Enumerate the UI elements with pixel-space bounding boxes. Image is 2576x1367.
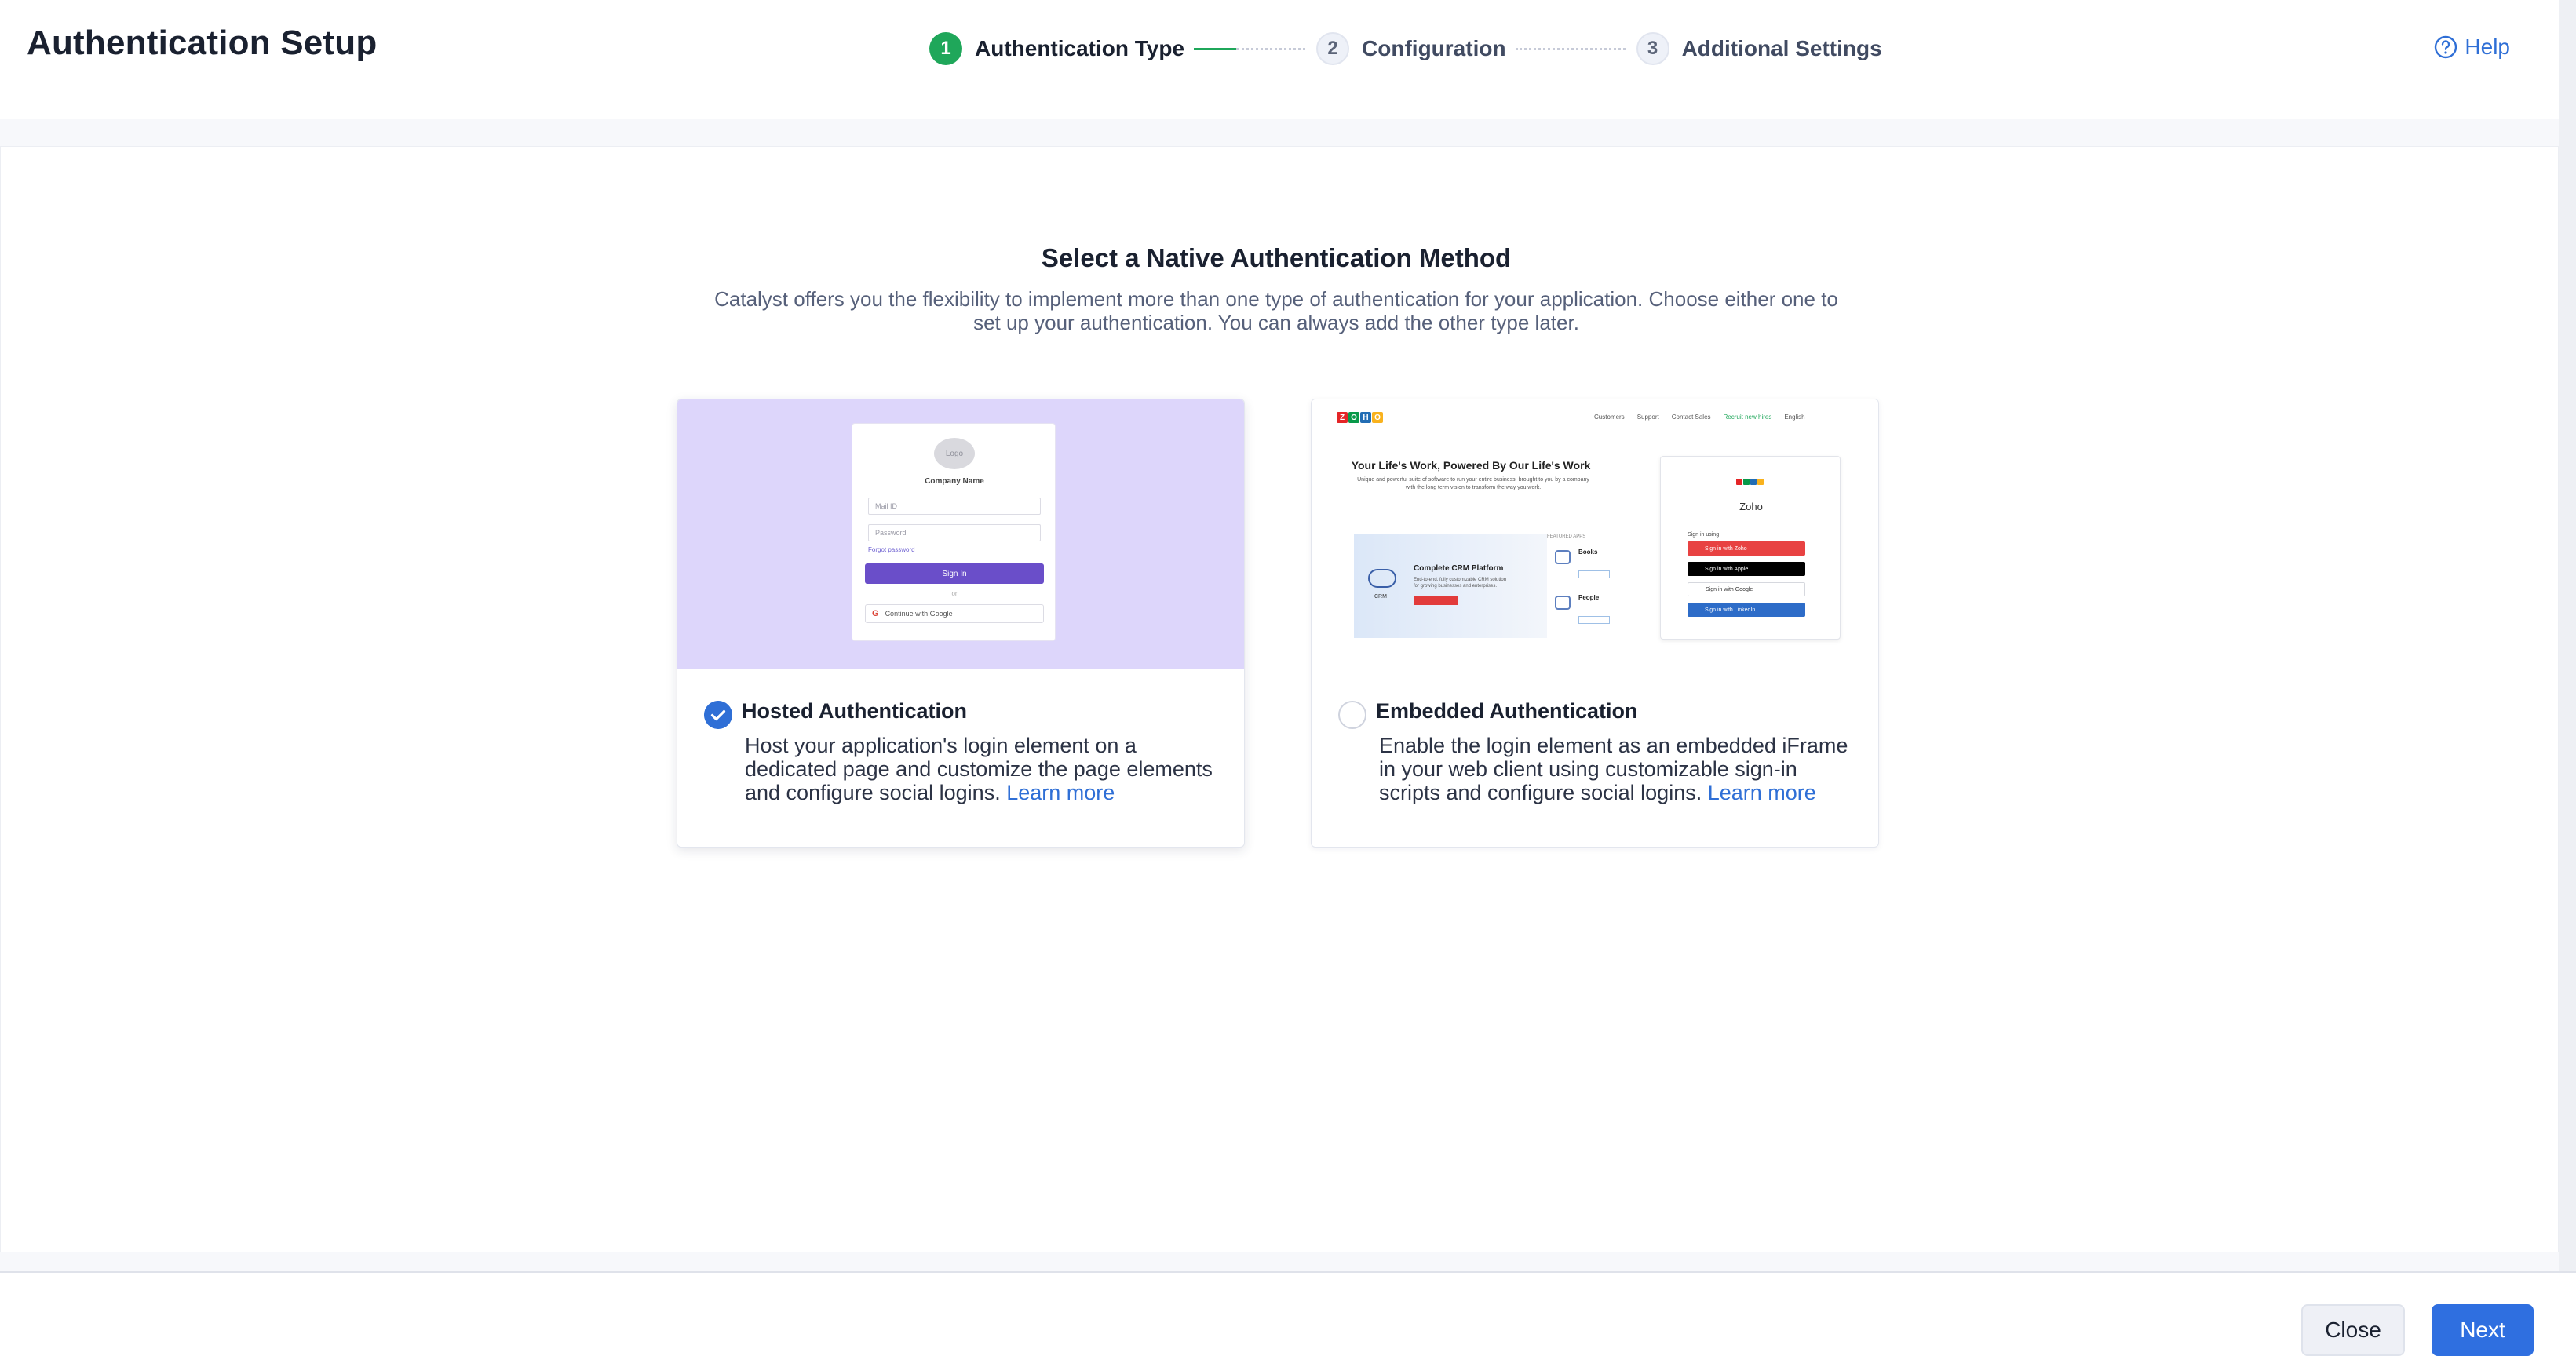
hosted-learn-more-link[interactable]: Learn more [1006, 781, 1115, 804]
people-icon [1555, 596, 1571, 610]
mock-nav-item: Recruit new hires [1723, 414, 1772, 421]
help-label: Help [2465, 35, 2510, 59]
embedded-authentication-card[interactable]: ZOHO Customers Support Contact Sales Rec… [1311, 399, 1879, 848]
mock-headline: Your Life's Work, Powered By Our Life's … [1351, 459, 1591, 472]
hosted-card-title: Hosted Authentication [742, 699, 967, 723]
mock-or-divider: or [951, 590, 958, 597]
mock-app-name: People [1578, 594, 1600, 601]
page-title: Authentication Setup [27, 24, 378, 62]
mock-crm-subtitle: End-to-end, fully customizable CRM solut… [1414, 578, 1507, 589]
step-label: Authentication Type [975, 36, 1185, 60]
step-number: 1 [929, 32, 962, 65]
hosted-radio-checked-icon[interactable] [704, 701, 732, 729]
scrollbar-track[interactable] [2559, 0, 2576, 1271]
help-link[interactable]: Help [2433, 35, 2510, 60]
mock-subheadline: Unique and powerful suite of software to… [1357, 477, 1589, 490]
hosted-description-text: Host your application's login element on… [745, 734, 1213, 804]
mock-nav-item: Customers [1594, 414, 1625, 421]
mock-nav: Customers Support Contact Sales Recruit … [1594, 414, 1805, 421]
embedded-card-description: Enable the login element as an embedded … [1379, 734, 1858, 804]
crm-icon [1368, 569, 1396, 588]
mock-login-box: Logo Company Name Mail ID Password Forgo… [852, 423, 1056, 641]
step-number: 3 [1636, 32, 1669, 65]
step-number: 2 [1316, 32, 1350, 65]
connector-dashed [1515, 47, 1626, 50]
hosted-authentication-card[interactable]: Logo Company Name Mail ID Password Forgo… [677, 399, 1245, 848]
hosted-card-description: Host your application's login element on… [745, 734, 1224, 804]
mock-crm-button [1414, 596, 1458, 605]
books-icon [1555, 550, 1571, 564]
step-additional-settings[interactable]: 3 Additional Settings [1636, 32, 1882, 65]
mock-google-label: Continue with Google [885, 610, 953, 618]
mock-featured-apps: FEATURED APPS Books People [1547, 534, 1649, 638]
header: Authentication Setup 1 Authentication Ty… [0, 0, 2576, 119]
mock-mail-field: Mail ID [868, 498, 1041, 515]
mock-forgot-link: Forgot password [868, 546, 915, 553]
embedded-card-title: Embedded Authentication [1376, 699, 1638, 723]
footer: Close Next [0, 1273, 2576, 1367]
mock-crm-panel: CRM Complete CRM Platform End-to-end, fu… [1354, 534, 1547, 638]
mock-sso-zoho: Sign in with Zoho [1688, 541, 1805, 556]
mock-sign-in-using: Sign in using [1688, 532, 1720, 538]
mock-featured-label: FEATURED APPS [1547, 534, 1586, 539]
embedded-preview-image: ZOHO Customers Support Contact Sales Rec… [1312, 399, 1878, 669]
zoho-logo-icon: ZOHO [1337, 412, 1383, 423]
connector-dashed [1236, 47, 1306, 50]
embedded-radio-button[interactable] [1338, 701, 1366, 729]
embedded-learn-more-link[interactable]: Learn more [1708, 781, 1816, 804]
mock-nav-item: Support [1636, 414, 1659, 421]
step-label: Configuration [1362, 36, 1506, 60]
step-label: Additional Settings [1681, 36, 1882, 60]
mock-nav-item: English [1784, 414, 1805, 421]
mock-app-button [1578, 616, 1610, 624]
mock-signin-box: Zoho Sign in using Sign in with Zoho Sig… [1660, 456, 1841, 640]
mock-logo: Logo [934, 438, 975, 469]
mock-zoho-title: Zoho [1739, 501, 1763, 512]
step-configuration[interactable]: 2 Configuration [1316, 32, 1506, 65]
stepper: 1 Authentication Type 2 Configuration 3 … [929, 31, 1882, 66]
next-button[interactable]: Next [2432, 1304, 2534, 1356]
mock-sso-linkedin: Sign in with LinkedIn [1688, 603, 1805, 617]
google-icon: G [872, 609, 879, 618]
hosted-card-body: Hosted Authentication Host your applicat… [677, 669, 1244, 847]
step-connector [1194, 47, 1306, 50]
mock-sso-apple: Sign in with Apple [1688, 562, 1805, 576]
hosted-preview-image: Logo Company Name Mail ID Password Forgo… [677, 399, 1244, 669]
zoho-mini-logo-icon [1736, 479, 1764, 485]
section-description: Catalyst offers you the flexibility to i… [714, 287, 1838, 334]
mock-nav-item: Contact Sales [1671, 414, 1711, 421]
mock-sso-google: Sign in with Google [1688, 582, 1805, 596]
mock-signin-button: Sign In [865, 563, 1044, 584]
mock-crm-title: Complete CRM Platform [1414, 564, 1504, 573]
mock-app-button [1578, 570, 1610, 578]
mock-crm-label: CRM [1374, 594, 1387, 600]
section-title: Select a Native Authentication Method [1041, 243, 1512, 272]
step-authentication-type[interactable]: 1 Authentication Type [929, 32, 1184, 65]
step-connector [1515, 47, 1626, 50]
close-button[interactable]: Close [2301, 1304, 2405, 1356]
mock-google-button: G Continue with Google [865, 604, 1044, 623]
connector-progress [1194, 47, 1237, 50]
help-icon [2435, 35, 2457, 59]
mock-app-name: Books [1578, 549, 1598, 556]
embedded-card-body: Embedded Authentication Enable the login… [1312, 669, 1878, 847]
mock-password-field: Password [868, 524, 1041, 541]
mock-company-name: Company Name [925, 477, 984, 486]
